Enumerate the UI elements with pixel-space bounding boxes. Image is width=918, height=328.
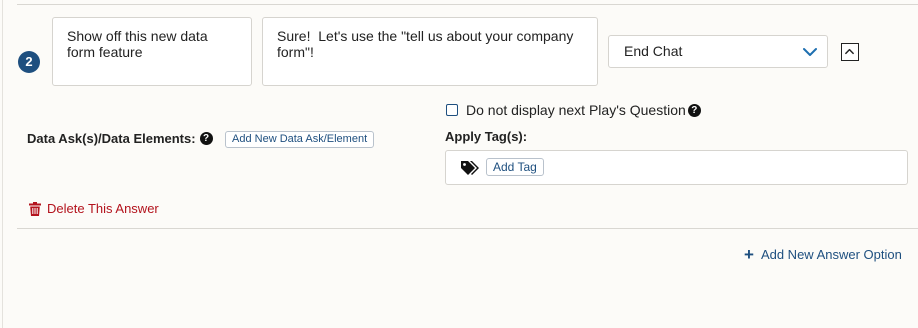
delete-answer-label: Delete This Answer — [47, 201, 159, 216]
chevron-down-icon — [803, 48, 817, 56]
collapse-button[interactable] — [841, 43, 859, 61]
trash-icon — [29, 201, 41, 216]
top-divider — [17, 4, 918, 5]
answer-number-badge: 2 — [18, 51, 40, 73]
action-select[interactable]: End Chat — [608, 35, 828, 68]
question-text-field[interactable]: Show off this new data form feature — [52, 17, 252, 86]
action-select-value: End Chat — [624, 43, 683, 59]
data-ask-label-text: Data Ask(s)/Data Elements: — [27, 131, 196, 146]
data-ask-label: Data Ask(s)/Data Elements: ? — [27, 131, 213, 146]
tag-box: Add Tag — [445, 150, 908, 185]
answer-text-field[interactable]: Sure! Let's use the "tell us about your … — [262, 17, 598, 86]
hide-next-question-checkbox[interactable] — [446, 104, 458, 116]
plus-icon: + — [744, 244, 754, 264]
add-tag-button[interactable]: Add Tag — [486, 158, 544, 176]
hide-next-question-option: Do not display next Play's Question ? — [446, 102, 701, 118]
section-divider — [17, 228, 918, 229]
apply-tags-label: Apply Tag(s): — [445, 129, 528, 144]
delete-answer-button[interactable]: Delete This Answer — [29, 201, 159, 216]
add-data-ask-button[interactable]: Add New Data Ask/Element — [225, 131, 375, 148]
add-answer-option-label: Add New Answer Option — [760, 247, 902, 262]
help-icon[interactable]: ? — [687, 103, 701, 117]
chevron-up-icon — [845, 48, 854, 55]
hide-next-question-label: Do not display next Play's Question — [466, 102, 686, 118]
help-icon[interactable]: ? — [199, 132, 213, 145]
add-answer-option-button[interactable]: + Add New Answer Option — [744, 244, 902, 264]
tags-icon — [461, 161, 479, 175]
left-border — [2, 0, 3, 328]
